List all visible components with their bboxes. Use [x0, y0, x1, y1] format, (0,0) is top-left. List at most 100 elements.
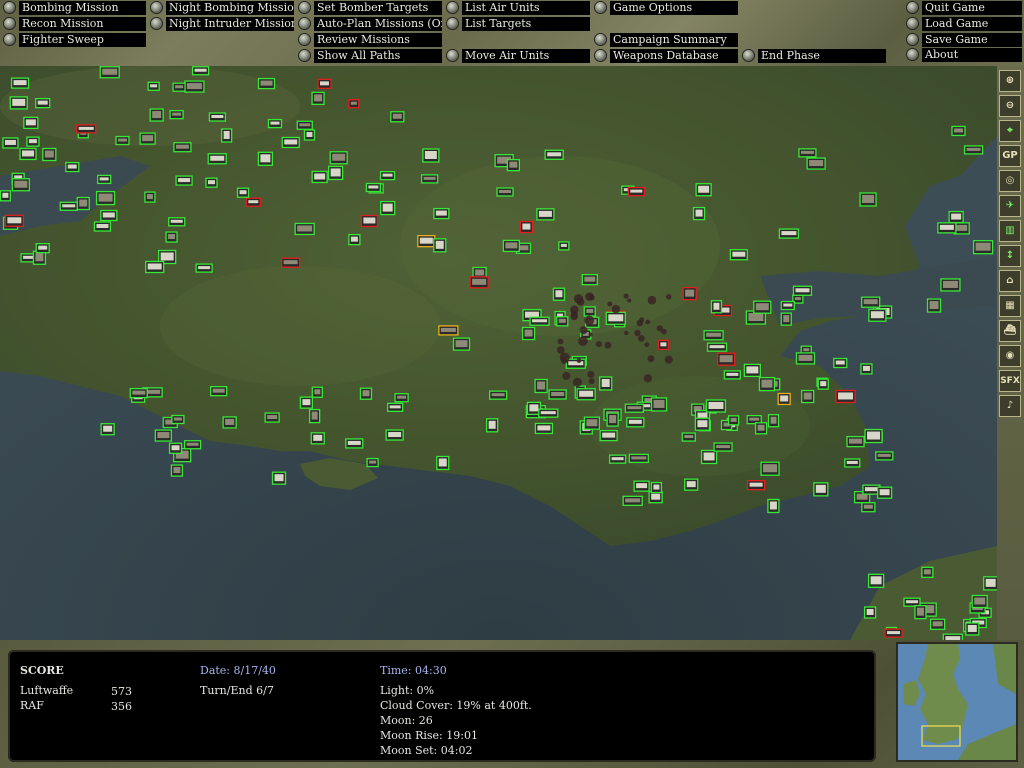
map-unit-icon[interactable]: [257, 77, 276, 90]
map-unit-icon[interactable]: [257, 151, 274, 166]
map-unit-icon[interactable]: [861, 296, 881, 308]
weapons-database-button[interactable]: Weapons Database: [594, 49, 738, 63]
map-unit-icon[interactable]: [971, 594, 988, 609]
map-unit-icon[interactable]: [183, 440, 202, 450]
map-unit-icon[interactable]: [606, 412, 619, 427]
map-unit-icon[interactable]: [93, 221, 112, 232]
map-unit-icon[interactable]: [884, 628, 903, 638]
map-unit-icon[interactable]: [310, 432, 325, 445]
map-unit-icon[interactable]: [633, 480, 650, 492]
map-unit-icon[interactable]: [576, 388, 596, 401]
map-unit-icon[interactable]: [115, 135, 130, 146]
map-unit-icon[interactable]: [296, 120, 313, 130]
clock-icon[interactable]: ◉: [999, 345, 1021, 367]
map-unit-icon[interactable]: [648, 491, 663, 504]
map-unit-icon[interactable]: [583, 416, 601, 430]
map-unit-icon[interactable]: [366, 457, 379, 468]
sfx-button[interactable]: SFX: [999, 370, 1021, 392]
map-unit-icon[interactable]: [184, 80, 205, 93]
show-all-paths-button[interactable]: Show All Paths: [298, 49, 442, 63]
map-unit-icon[interactable]: [365, 182, 382, 193]
map-unit-icon[interactable]: [433, 238, 447, 253]
map-unit-icon[interactable]: [311, 91, 325, 106]
bars-icon[interactable]: ▥: [999, 220, 1021, 242]
map-unit-icon[interactable]: [754, 422, 768, 435]
map-unit-icon[interactable]: [317, 78, 332, 89]
save-game-button[interactable]: Save Game: [906, 33, 1022, 47]
map-unit-icon[interactable]: [903, 597, 921, 607]
map-unit-icon[interactable]: [327, 165, 344, 181]
map-unit-icon[interactable]: [35, 97, 51, 109]
map-unit-icon[interactable]: [798, 148, 817, 158]
map-unit-icon[interactable]: [700, 449, 718, 465]
map-unit-icon[interactable]: [168, 442, 183, 454]
map-unit-icon[interactable]: [170, 464, 184, 477]
map-unit-icon[interactable]: [844, 458, 861, 468]
map-unit-icon[interactable]: [806, 157, 826, 170]
map-unit-icon[interactable]: [710, 300, 723, 314]
arrow-icon[interactable]: ↕: [999, 245, 1021, 267]
map-unit-icon[interactable]: [486, 418, 499, 433]
map-unit-icon[interactable]: [703, 330, 724, 341]
map-unit-icon[interactable]: [626, 417, 645, 428]
map-unit-icon[interactable]: [173, 142, 192, 153]
map-unit-icon[interactable]: [394, 393, 409, 403]
map-unit-icon[interactable]: [859, 192, 877, 207]
map-unit-icon[interactable]: [792, 285, 813, 296]
map-unit-icon[interactable]: [846, 435, 865, 448]
about-button[interactable]: About: [906, 48, 1022, 62]
map-unit-icon[interactable]: [538, 408, 559, 418]
map-unit-icon[interactable]: [329, 151, 348, 165]
map-unit-icon[interactable]: [469, 276, 489, 289]
move-air-units-button[interactable]: Move Air Units: [446, 49, 590, 63]
map-unit-icon[interactable]: [348, 233, 361, 246]
map-unit-icon[interactable]: [0, 190, 12, 202]
map-unit-icon[interactable]: [360, 214, 379, 228]
map-unit-icon[interactable]: [863, 606, 877, 619]
music-icon[interactable]: ♪: [999, 395, 1021, 417]
ship-icon[interactable]: ⛴: [999, 320, 1021, 342]
map-unit-icon[interactable]: [379, 170, 396, 181]
map-unit-icon[interactable]: [438, 325, 459, 336]
map-unit-icon[interactable]: [599, 429, 618, 442]
map-unit-icon[interactable]: [10, 77, 30, 89]
map-unit-icon[interactable]: [599, 376, 613, 391]
compass-icon[interactable]: ◎: [999, 170, 1021, 192]
map-unit-icon[interactable]: [100, 423, 115, 436]
map-unit-icon[interactable]: [380, 200, 396, 216]
map-unit-icon[interactable]: [813, 482, 829, 497]
map-unit-icon[interactable]: [548, 389, 567, 400]
map-unit-icon[interactable]: [271, 471, 287, 485]
map-unit-icon[interactable]: [767, 414, 780, 428]
map-unit-icon[interactable]: [175, 175, 193, 186]
map-unit-icon[interactable]: [519, 220, 534, 234]
map-unit-icon[interactable]: [65, 161, 80, 173]
map-unit-icon[interactable]: [727, 415, 740, 426]
map-unit-icon[interactable]: [583, 306, 596, 317]
map-unit-icon[interactable]: [390, 111, 405, 123]
map-unit-icon[interactable]: [695, 183, 712, 197]
map-unit-icon[interactable]: [746, 480, 766, 491]
campaign-summary-button[interactable]: Campaign Summary: [594, 33, 738, 47]
map-unit-icon[interactable]: [488, 390, 508, 400]
quit-game-button[interactable]: Quit Game: [906, 1, 1022, 15]
fighter-sweep-button[interactable]: Fighter Sweep: [3, 33, 146, 47]
game-options-button[interactable]: Game Options: [594, 1, 738, 15]
map-unit-icon[interactable]: [76, 196, 90, 211]
map-unit-icon[interactable]: [876, 486, 893, 499]
map-unit-icon[interactable]: [729, 249, 748, 261]
review-missions-button[interactable]: Review Missions: [298, 33, 442, 47]
map-canvas[interactable]: [0, 66, 997, 640]
map-unit-icon[interactable]: [205, 177, 218, 188]
map-unit-icon[interactable]: [963, 145, 984, 155]
map-unit-icon[interactable]: [682, 286, 697, 301]
bombing-mission-button[interactable]: Bombing Mission: [3, 1, 146, 15]
map-unit-icon[interactable]: [281, 136, 300, 149]
map-unit-icon[interactable]: [208, 112, 227, 122]
map-unit-icon[interactable]: [168, 217, 186, 227]
map-unit-icon[interactable]: [452, 337, 471, 351]
map-unit-icon[interactable]: [833, 357, 848, 369]
map-unit-icon[interactable]: [19, 147, 37, 161]
map-unit-icon[interactable]: [191, 66, 210, 76]
map-unit-icon[interactable]: [760, 461, 780, 476]
